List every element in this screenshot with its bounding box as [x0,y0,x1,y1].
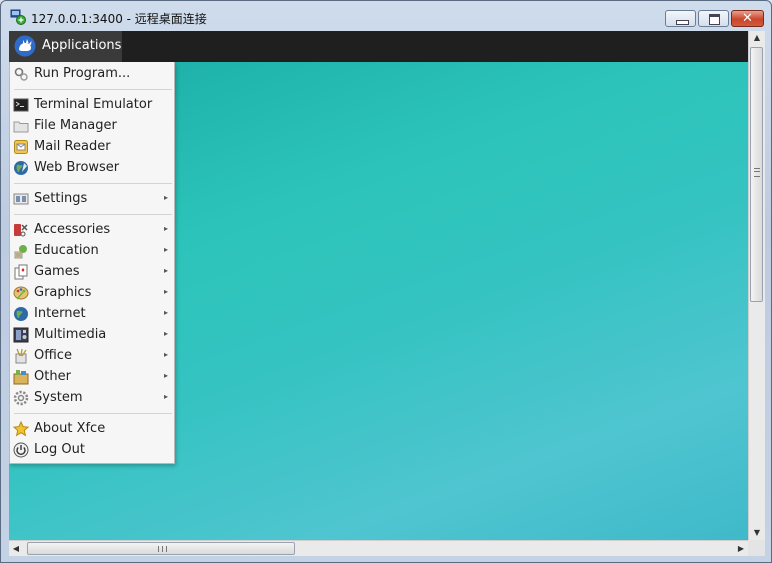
menu-item-label: File Manager [34,118,117,133]
menu-separator [14,183,172,184]
scroll-down-icon[interactable]: ▼ [749,526,765,540]
globe-icon [14,161,28,175]
menu-item-multimedia[interactable]: Multimedia ▸ [10,325,174,346]
menu-item-log-out[interactable]: Log Out [10,440,174,461]
accessories-icon [14,224,28,237]
menu-item-other[interactable]: Other ▸ [10,367,174,388]
menu-item-terminal-emulator[interactable]: Terminal Emulator [10,95,174,116]
menu-separator [14,214,172,215]
menu-item-label: Log Out [34,442,85,457]
submenu-arrow-icon: ▸ [163,329,168,338]
menu-item-label: Mail Reader [34,139,111,154]
restore-button[interactable] [698,10,729,27]
submenu-arrow-icon: ▸ [163,308,168,317]
applications-label: Applications [42,38,122,53]
internet-icon [14,307,28,321]
menu-item-label: Games [34,264,80,279]
menu-item-games[interactable]: Games ▸ [10,262,174,283]
folder-icon [13,121,29,133]
close-button[interactable]: ✕ [731,10,764,27]
vertical-scroll-thumb[interactable] [750,47,763,302]
terminal-icon [13,98,29,112]
power-icon [13,442,29,458]
restore-icon [699,11,728,26]
menu-separator [14,413,172,414]
menu-item-label: Settings [34,191,88,206]
submenu-arrow-icon: ▸ [163,350,168,359]
games-icon [14,264,28,280]
menu-item-education[interactable]: Education ▸ [10,241,174,262]
menu-item-label: Education [34,243,99,258]
scroll-up-icon[interactable]: ▲ [749,31,765,45]
star-icon [13,421,29,437]
minimize-icon [666,11,695,26]
menu-item-graphics[interactable]: Graphics ▸ [10,283,174,304]
menu-item-label: Run Program... [34,66,131,81]
title-bar[interactable]: 127.0.0.1:3400 - 远程桌面连接 ✕ [1,1,771,31]
system-icon [13,390,29,406]
window-title: 127.0.0.1:3400 - 远程桌面连接 [31,12,207,26]
remote-desktop-icon [10,9,26,25]
other-icon [13,370,29,385]
vertical-scrollbar[interactable]: ▲ ▼ [748,31,765,540]
graphics-icon [13,286,29,300]
submenu-arrow-icon: ▸ [163,392,168,401]
menu-item-system[interactable]: System ▸ [10,388,174,409]
menu-item-label: Web Browser [34,160,120,175]
menu-item-label: Multimedia [34,327,107,342]
xfce-mouse-logo [14,35,36,57]
menu-item-label: Graphics [34,285,92,300]
submenu-arrow-icon: ▸ [163,371,168,380]
xfce-top-panel: Applications [9,31,748,62]
horizontal-scrollbar[interactable]: ◀ ▶ [9,540,748,556]
mail-icon [14,140,28,154]
submenu-arrow-icon: ▸ [163,224,168,233]
menu-item-label: About Xfce [34,421,106,436]
menu-item-label: Terminal Emulator [34,97,153,112]
menu-item-label: Internet [34,306,86,321]
education-icon [14,245,27,259]
minimize-button[interactable] [665,10,696,27]
menu-item-file-manager[interactable]: File Manager [10,116,174,137]
menu-item-office[interactable]: Office ▸ [10,346,174,367]
remote-desktop-window: 127.0.0.1:3400 - 远程桌面连接 ✕ Applications R… [0,0,772,563]
applications-menu-button[interactable]: Applications [9,31,122,62]
scroll-left-icon[interactable]: ◀ [9,541,23,556]
menu-item-label: System [34,390,83,405]
menu-item-run-program[interactable]: Run Program... [10,64,174,85]
multimedia-icon [13,327,29,343]
grip-icon [754,168,760,177]
submenu-arrow-icon: ▸ [163,193,168,202]
menu-separator [14,89,172,90]
office-icon [15,348,27,364]
submenu-arrow-icon: ▸ [163,245,168,254]
settings-icon [13,193,29,205]
menu-item-internet[interactable]: Internet ▸ [10,304,174,325]
scrollbar-corner [748,540,765,556]
menu-item-label: Accessories [34,222,111,237]
menu-item-settings[interactable]: Settings ▸ [10,189,174,210]
menu-item-label: Other [34,369,71,384]
scroll-right-icon[interactable]: ▶ [734,541,748,556]
grip-icon [158,546,167,552]
remote-desktop[interactable]: Applications Run Program... Terminal Emu… [9,31,748,540]
close-icon: ✕ [742,11,753,26]
menu-item-web-browser[interactable]: Web Browser [10,158,174,179]
gears-icon [14,67,28,81]
submenu-arrow-icon: ▸ [163,266,168,275]
horizontal-scroll-thumb[interactable] [27,542,295,555]
applications-menu: Run Program... Terminal Emulator File Ma… [9,62,175,464]
menu-item-accessories[interactable]: Accessories ▸ [10,220,174,241]
menu-item-label: Office [34,348,72,363]
menu-item-mail-reader[interactable]: Mail Reader [10,137,174,158]
submenu-arrow-icon: ▸ [163,287,168,296]
menu-item-about-xfce[interactable]: About Xfce [10,419,174,440]
